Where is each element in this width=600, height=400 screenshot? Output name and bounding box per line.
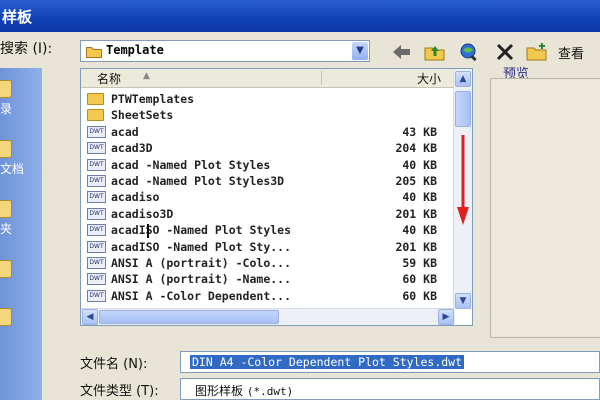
new-folder-icon[interactable] bbox=[526, 42, 548, 62]
name-column-header[interactable]: 名称 bbox=[97, 70, 121, 87]
file-rows: PTWTemplates SheetSets DWT acad 43 KB DWT acad… bbox=[81, 91, 455, 304]
file-size: 40 KB bbox=[402, 157, 437, 172]
h-scrollbar-thumb[interactable] bbox=[99, 310, 279, 324]
place-icon bbox=[0, 308, 12, 326]
filename-value: DIN A4 -Color Dependent Plot Styles.dwt bbox=[190, 355, 465, 369]
column-separator[interactable] bbox=[321, 71, 322, 85]
file-name: ANSI A -Color Dependent... bbox=[111, 288, 292, 303]
file-row[interactable]: DWT acadiso3D 201 KB bbox=[81, 206, 455, 222]
file-row[interactable]: DWT acadiso 40 KB bbox=[81, 189, 455, 205]
up-folder-icon[interactable] bbox=[424, 42, 446, 62]
annotation-arrow bbox=[457, 135, 469, 225]
places-label: 夹 bbox=[0, 222, 13, 236]
file-row[interactable]: DWT acad -Named Plot Styles 40 KB bbox=[81, 157, 455, 173]
file-row[interactable]: SheetSets bbox=[81, 107, 455, 123]
preview-pane bbox=[490, 78, 600, 338]
file-name: ANSI A (portrait) -Colo... bbox=[111, 255, 292, 270]
file-row[interactable]: DWT acadISO -Named Plot Styles 40 KB bbox=[81, 222, 455, 238]
file-size: 60 KB bbox=[402, 272, 437, 287]
filename-label: 文件名 (N): bbox=[80, 357, 148, 372]
recent-icon bbox=[0, 80, 12, 98]
folder-icon bbox=[0, 200, 12, 218]
chevron-down-icon[interactable]: ▼ bbox=[352, 42, 368, 60]
file-size: 205 KB bbox=[395, 173, 437, 188]
file-size: 60 KB bbox=[402, 288, 437, 303]
place-icon bbox=[0, 260, 12, 278]
dwt-file-icon: DWT bbox=[87, 224, 106, 237]
file-size: 204 KB bbox=[395, 141, 437, 156]
dwt-file-icon: DWT bbox=[87, 174, 106, 187]
filetype-ext: (*.dwt) bbox=[246, 385, 294, 398]
file-name: acadISO -Named Plot Sty... bbox=[111, 239, 292, 254]
file-row[interactable]: DWT acad3D 204 KB bbox=[81, 140, 455, 156]
title-bar: 样板 bbox=[0, 0, 600, 32]
file-name: acad -Named Plot Styles bbox=[111, 157, 271, 172]
mouse-cursor-icon bbox=[147, 224, 149, 238]
delete-icon[interactable] bbox=[494, 42, 516, 62]
file-name: SheetSets bbox=[111, 108, 174, 123]
file-name: acadiso3D bbox=[111, 206, 174, 221]
view-menu-button[interactable]: 查看 bbox=[558, 43, 584, 62]
places-bar: 录 文档 夹 bbox=[0, 68, 42, 400]
file-name: acad bbox=[111, 124, 139, 139]
file-dialog: 样板 搜索 (I): Template ▼ 查看 录 文档 夹 名称 ▲ 大小 … bbox=[0, 0, 600, 400]
dwt-file-icon: DWT bbox=[87, 158, 106, 171]
file-name: PTWTemplates bbox=[111, 92, 195, 106]
size-column-header[interactable]: 大小 bbox=[417, 70, 441, 87]
file-size: 201 KB bbox=[395, 239, 437, 254]
filetype-select[interactable]: 图形样板 (*.dwt) bbox=[180, 378, 600, 400]
back-arrow-icon[interactable] bbox=[390, 42, 412, 62]
look-in-combo[interactable]: Template ▼ bbox=[80, 40, 370, 62]
filetype-label: 文件类型 (T): bbox=[80, 384, 159, 399]
filetype-name: 图形样板 bbox=[195, 384, 244, 398]
dwt-file-icon: DWT bbox=[87, 273, 106, 286]
dwt-file-icon: DWT bbox=[87, 256, 106, 269]
file-row[interactable]: DWT ANSI A -Color Dependent... 60 KB bbox=[81, 288, 455, 304]
file-row[interactable]: DWT ANSI A (portrait) -Colo... 59 KB bbox=[81, 255, 455, 271]
places-label: 录 bbox=[0, 102, 13, 116]
file-size: 40 KB bbox=[402, 190, 437, 205]
dwt-file-icon: DWT bbox=[87, 207, 106, 220]
file-name: acadISO -Named Plot Styles bbox=[111, 223, 292, 238]
scroll-right-button[interactable]: ▶ bbox=[438, 309, 454, 325]
scroll-left-button[interactable]: ◀ bbox=[82, 309, 98, 325]
file-row[interactable]: DWT ANSI A (portrait) -Name... 60 KB bbox=[81, 271, 455, 287]
window-title: 样板 bbox=[2, 8, 33, 26]
list-header: 名称 ▲ 大小 bbox=[81, 69, 455, 88]
file-name: acad3D bbox=[111, 141, 153, 156]
file-size: 40 KB bbox=[402, 223, 437, 238]
file-name: ANSI A (portrait) -Name... bbox=[111, 272, 292, 287]
scroll-down-button[interactable]: ▼ bbox=[455, 293, 471, 309]
look-in-label: 搜索 (I): bbox=[0, 41, 53, 57]
file-list[interactable]: 名称 ▲ 大小 PTWTemplates SheetSets DWT acad 43 K… bbox=[80, 68, 473, 326]
file-row[interactable]: DWT acadISO -Named Plot Sty... 201 KB bbox=[81, 239, 455, 255]
file-size: 59 KB bbox=[402, 255, 437, 270]
documents-icon bbox=[0, 140, 12, 158]
file-size: 43 KB bbox=[402, 124, 437, 139]
file-size: 201 KB bbox=[395, 206, 437, 221]
dwt-file-icon: DWT bbox=[87, 191, 106, 204]
file-row[interactable]: DWT acad -Named Plot Styles3D 205 KB bbox=[81, 173, 455, 189]
folder-icon bbox=[87, 109, 104, 122]
file-name: acadiso bbox=[111, 190, 160, 205]
file-name: acad -Named Plot Styles3D bbox=[111, 173, 285, 188]
dwt-file-icon: DWT bbox=[87, 240, 106, 253]
dwt-file-icon: DWT bbox=[87, 142, 106, 155]
horizontal-scrollbar[interactable]: ◀ ▶ bbox=[81, 308, 455, 325]
filename-input[interactable]: DIN A4 -Color Dependent Plot Styles.dwt bbox=[180, 351, 600, 373]
folder-icon bbox=[87, 93, 104, 105]
file-row[interactable]: PTWTemplates bbox=[81, 91, 455, 107]
look-in-value: Template bbox=[106, 43, 164, 57]
folder-icon bbox=[86, 47, 102, 58]
dwt-file-icon: DWT bbox=[87, 289, 106, 302]
search-web-icon[interactable] bbox=[458, 42, 480, 62]
scrollbar-thumb[interactable] bbox=[455, 91, 471, 127]
scroll-up-button[interactable]: ▲ bbox=[455, 71, 471, 87]
filetype-value: 图形样板 (*.dwt) bbox=[195, 382, 293, 399]
file-row[interactable]: DWT acad 43 KB bbox=[81, 124, 455, 140]
dwt-file-icon: DWT bbox=[87, 125, 106, 138]
places-label: 文档 bbox=[0, 162, 25, 176]
sort-ascending-icon: ▲ bbox=[143, 71, 150, 81]
